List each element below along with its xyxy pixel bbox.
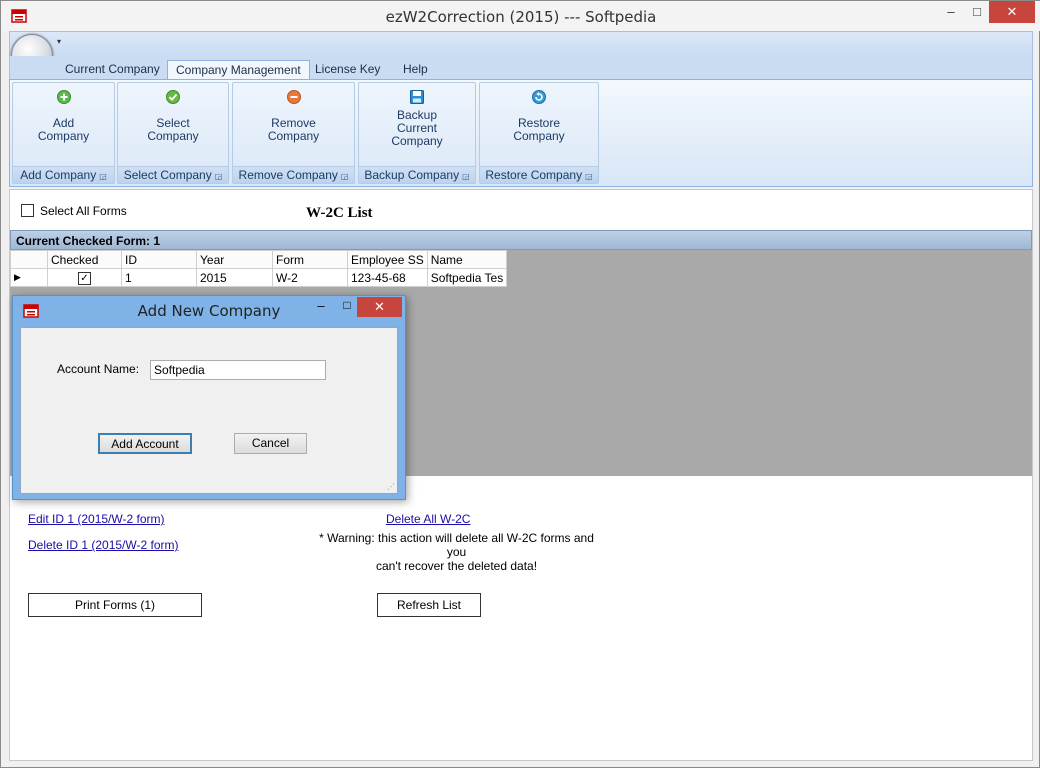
group-label-restore-company: Restore Company ◲ <box>480 166 598 183</box>
edit-form-link[interactable]: Edit ID 1 (2015/W-2 form) <box>28 512 165 526</box>
tab-current-company[interactable]: Current Company <box>57 60 168 80</box>
cell-checked[interactable]: ✓ <box>47 268 122 287</box>
w2c-list-title: W-2C List <box>306 205 373 221</box>
cell-year[interactable]: 2015 <box>196 268 273 287</box>
select-company-button[interactable]: Select Company <box>118 85 228 167</box>
group-label-backup-company: Backup Company ◲ <box>359 166 475 183</box>
restore-company-button-label: Restore Company <box>513 116 565 143</box>
window-title: ezW2Correction (2015) --- Softpedia <box>385 8 657 26</box>
column-header-form[interactable]: Form <box>272 250 348 269</box>
delete-form-link[interactable]: Delete ID 1 (2015/W-2 form) <box>28 538 179 552</box>
resize-grip-icon[interactable]: ⋰ <box>387 482 395 491</box>
tab-license-key[interactable]: License Key <box>307 60 388 80</box>
row-header-corner <box>10 250 48 269</box>
dialog-launcher-icon[interactable]: ◲ <box>99 169 107 185</box>
dialog-body: Account Name: Add Account Cancel ⋰ <box>20 327 398 494</box>
column-header-checked[interactable]: Checked <box>47 250 122 269</box>
title-bar: ezW2Correction (2015) --- Softpedia – □ … <box>1 1 1040 31</box>
remove-company-button[interactable]: Remove Company <box>233 85 354 167</box>
cell-form[interactable]: W-2 <box>272 268 348 287</box>
dialog-launcher-icon[interactable]: ◲ <box>462 169 470 185</box>
tab-help[interactable]: Help <box>395 60 436 80</box>
maximize-button[interactable]: □ <box>963 1 991 23</box>
grid-caption-bar: Current Checked Form: 1 <box>10 230 1032 250</box>
restore-circle-icon <box>532 90 546 104</box>
delete-warning-text: * Warning: this action will delete all W… <box>319 531 594 573</box>
backup-company-button-label: Backup Current Company <box>391 108 443 148</box>
quick-access-dropdown-icon[interactable]: ▾ <box>57 37 61 46</box>
cancel-button[interactable]: Cancel <box>234 433 307 454</box>
delete-all-link[interactable]: Delete All W-2C <box>386 512 470 526</box>
dialog-launcher-icon[interactable]: ◲ <box>215 169 223 185</box>
group-backup-company: Backup Current Company Backup Company ◲ <box>358 82 476 184</box>
cell-id[interactable]: 1 <box>121 268 197 287</box>
current-checked-form-label: Current Checked Form: 1 <box>16 234 161 248</box>
dialog-maximize-button[interactable]: □ <box>335 298 359 318</box>
group-restore-company: Restore Company Restore Company ◲ <box>479 82 599 184</box>
ribbon-quick-access-bar <box>9 31 1033 59</box>
column-header-id[interactable]: ID <box>121 250 197 269</box>
add-new-company-dialog: Add New Company – □ ✕ Account Name: Add … <box>12 295 406 500</box>
backup-company-button[interactable]: Backup Current Company <box>359 85 475 167</box>
dialog-launcher-icon[interactable]: ◲ <box>585 169 593 185</box>
dialog-launcher-icon[interactable]: ◲ <box>341 169 349 185</box>
remove-company-button-label: Remove Company <box>267 116 320 143</box>
group-remove-company: Remove Company Remove Company ◲ <box>232 82 355 184</box>
warning-line-1: * Warning: this action will delete all W… <box>319 531 594 559</box>
warning-line-2: can't recover the deleted data! <box>375 559 538 573</box>
grid-header-row: Checked ID Year Form Employee SS Name <box>10 250 508 269</box>
column-header-year[interactable]: Year <box>196 250 273 269</box>
plus-circle-icon <box>56 90 71 104</box>
account-name-input[interactable] <box>150 360 326 380</box>
account-name-label: Account Name: <box>57 362 140 376</box>
cell-employee-ss[interactable]: 123-45-68 <box>347 268 428 287</box>
check-circle-icon <box>166 90 180 104</box>
minimize-button[interactable]: – <box>937 1 965 23</box>
select-company-button-label: Select Company <box>147 116 199 143</box>
cell-name[interactable]: Softpedia Tes <box>426 268 508 287</box>
add-company-button-label: Add Company <box>37 116 90 143</box>
minus-circle-icon <box>286 90 301 104</box>
dialog-minimize-button[interactable]: – <box>309 298 333 318</box>
select-all-checkbox[interactable] <box>21 204 34 217</box>
column-header-name[interactable]: Name <box>426 250 508 269</box>
add-account-button[interactable]: Add Account <box>98 433 192 454</box>
main-window: ezW2Correction (2015) --- Softpedia – □ … <box>0 0 1040 768</box>
group-label-remove-company: Remove Company ◲ <box>233 166 354 183</box>
group-add-company: Add Company Add Company ◲ <box>12 82 115 184</box>
restore-company-button[interactable]: Restore Company <box>480 85 598 167</box>
table-row[interactable]: ▶ ✓ 1 2015 W-2 123-45-68 Softpedia Tes <box>10 268 508 287</box>
group-label-select-company: Select Company ◲ <box>118 166 228 183</box>
w2c-grid: Checked ID Year Form Employee SS Name ▶ … <box>10 250 508 287</box>
row-checkbox[interactable]: ✓ <box>78 271 91 285</box>
dialog-close-button[interactable]: ✕ <box>357 297 402 317</box>
close-button[interactable]: ✕ <box>989 1 1035 23</box>
group-select-company: Select Company Select Company ◲ <box>117 82 229 184</box>
column-header-employee-ss[interactable]: Employee SS <box>347 250 428 269</box>
add-company-button[interactable]: Add Company <box>13 85 114 167</box>
floppy-icon <box>410 90 424 104</box>
group-label-add-company: Add Company ◲ <box>13 166 114 183</box>
row-selector-arrow-icon[interactable]: ▶ <box>10 268 48 287</box>
print-forms-button[interactable]: Print Forms (1) <box>28 593 202 617</box>
tab-company-management[interactable]: Company Management <box>167 60 310 80</box>
select-all-label: Select All Forms <box>40 204 127 218</box>
refresh-list-button[interactable]: Refresh List <box>377 593 481 617</box>
